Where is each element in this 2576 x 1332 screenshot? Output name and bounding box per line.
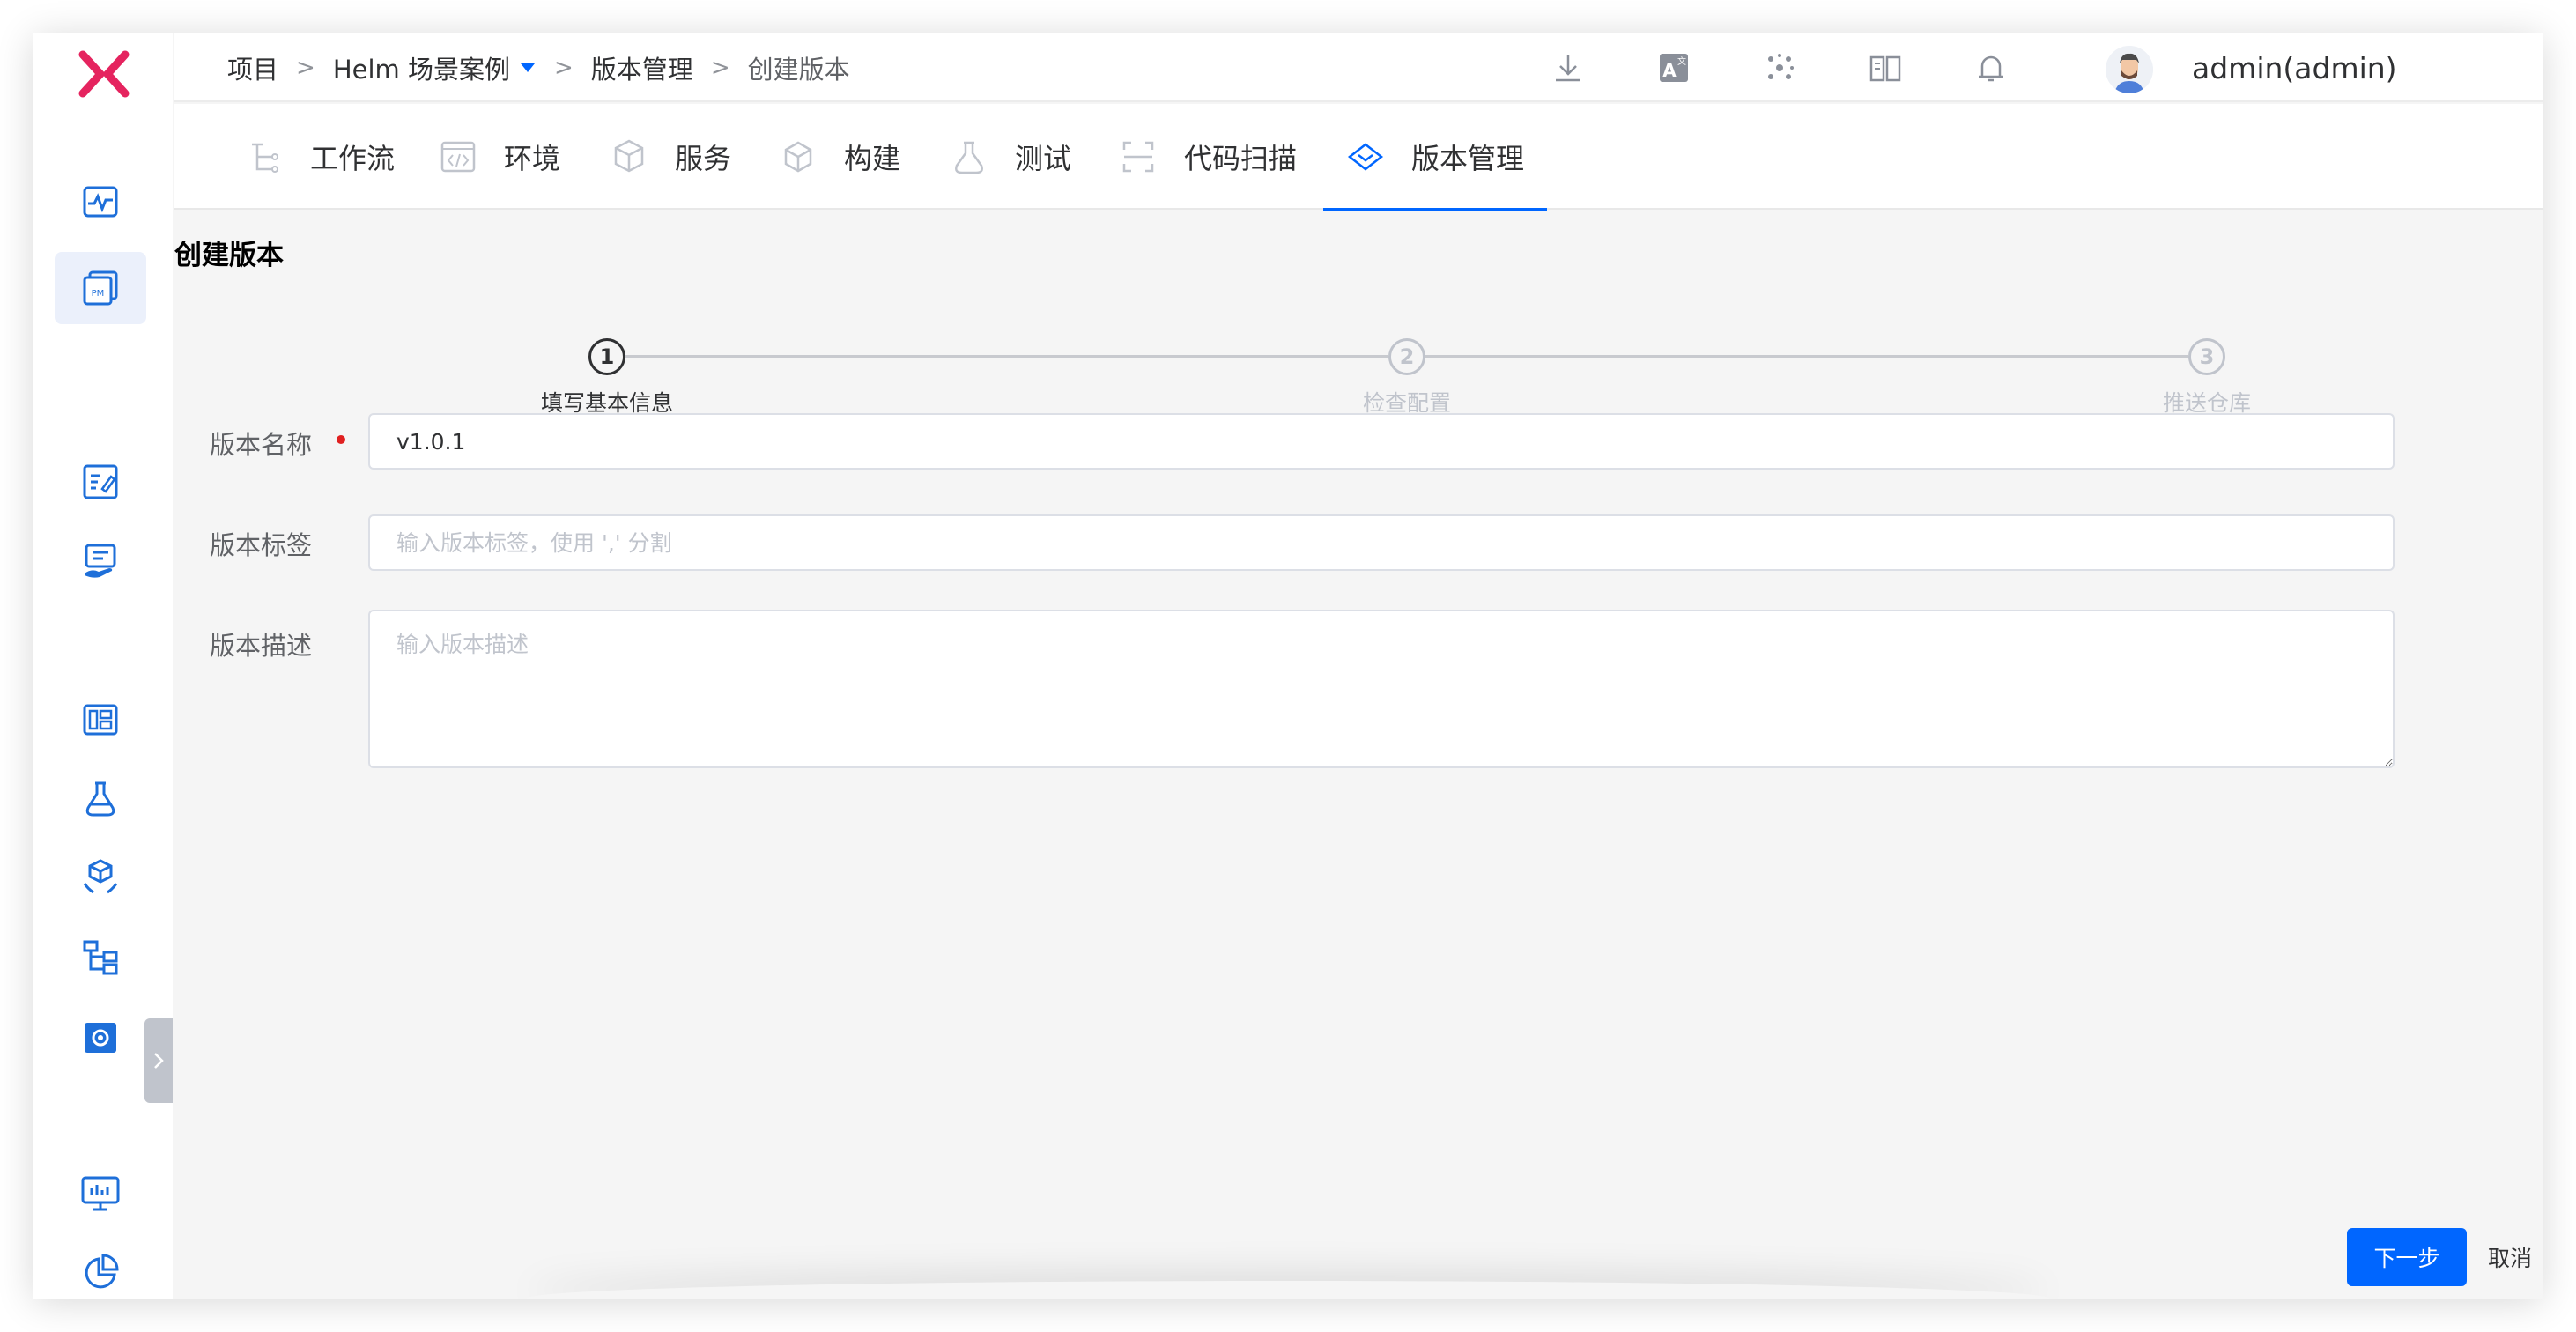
svg-text:A: A <box>1662 60 1677 81</box>
left-sidebar: PM <box>33 33 173 1299</box>
version-name-label: 版本名称 <box>210 430 313 460</box>
tab-label: 代码扫描 <box>1184 142 1298 175</box>
step-3-indicator: 3 <box>2188 338 2225 375</box>
project-pm-icon: PM <box>83 270 118 306</box>
sidebar-expand-toggle[interactable] <box>144 1018 173 1103</box>
svg-text:PM: PM <box>92 289 105 299</box>
app-window: PM 项目 > Helm 场景案例 > 版本管理 > 创建版本 A 文 admi… <box>33 33 2543 1299</box>
sidebar-item-testing[interactable] <box>55 763 146 835</box>
header-toolbar: A 文 <box>1549 33 2077 102</box>
tab-service[interactable]: 服务 <box>610 104 731 210</box>
step-connector <box>608 355 1388 358</box>
notifications-button[interactable] <box>1972 48 2010 87</box>
breadcrumb-projects[interactable]: 项目 <box>227 49 278 86</box>
tab-code-scan[interactable]: 代码扫描 <box>1119 104 1297 210</box>
nodes-icon <box>1768 54 1794 79</box>
sidebar-item-artifacts[interactable] <box>55 684 146 756</box>
tab-label: 环境 <box>504 142 561 175</box>
monitor-chart-icon <box>81 1176 120 1211</box>
download-icon <box>1556 56 1580 82</box>
breadcrumb-separator: > <box>296 55 315 81</box>
chevron-right-icon <box>154 1053 164 1069</box>
step-2-indicator: 2 <box>1388 338 1425 375</box>
sidebar-item-dashboard[interactable] <box>55 166 146 238</box>
tab-label: 版本管理 <box>1411 142 1525 175</box>
user-name[interactable]: admin(admin) <box>2192 33 2397 102</box>
tab-build[interactable]: 构建 <box>779 104 900 210</box>
test-flask-icon <box>955 141 983 174</box>
bell-icon <box>1979 56 2003 82</box>
docs-button[interactable] <box>1866 48 1905 87</box>
version-description-textarea[interactable] <box>368 610 2395 768</box>
tab-workflow[interactable]: 工作流 <box>245 104 395 210</box>
step-connector <box>1408 355 2188 358</box>
avatar-icon <box>2106 46 2153 93</box>
sidebar-item-settings[interactable] <box>55 1001 146 1073</box>
pie-chart-icon <box>85 1254 119 1289</box>
breadcrumb-project-name: Helm 场景案例 <box>332 55 510 85</box>
delivery-hand-icon <box>85 544 116 578</box>
breadcrumb-current: 创建版本 <box>747 55 850 85</box>
breadcrumb-separator: > <box>554 55 574 81</box>
zadig-logo-icon[interactable] <box>78 49 130 99</box>
tab-label: 构建 <box>844 142 901 175</box>
next-step-button[interactable]: 下一步 <box>2347 1228 2467 1286</box>
tab-label: 工作流 <box>310 142 396 175</box>
tab-version-management[interactable]: 版本管理 <box>1322 104 1548 211</box>
book-icon <box>1869 56 1901 82</box>
page-title: 创建版本 <box>174 240 284 271</box>
sidebar-item-delivery[interactable] <box>55 525 146 597</box>
translate-icon: A 文 <box>1660 54 1688 82</box>
tab-label: 测试 <box>1015 142 1072 175</box>
edit-document-icon <box>83 464 118 500</box>
sidebar-item-topology[interactable] <box>55 921 146 994</box>
tab-label: 服务 <box>675 142 732 175</box>
step-1-indicator: 1 <box>588 338 625 375</box>
version-name-input[interactable] <box>368 413 2395 470</box>
settings-gear-icon <box>85 1023 116 1053</box>
flask-icon <box>85 781 115 817</box>
environment-code-icon <box>440 141 476 173</box>
dashboard-panels-icon <box>83 704 118 736</box>
scan-icon <box>1122 141 1154 173</box>
project-tabs: 工作流 环境 服务 构建 测试 代码扫描 版本管理 <box>174 104 2543 211</box>
breadcrumb-separator: > <box>710 55 730 81</box>
user-avatar[interactable] <box>2106 46 2153 93</box>
sidebar-item-release-plan[interactable] <box>55 446 146 518</box>
svg-text:文: 文 <box>1677 56 1686 67</box>
workflow-icon <box>252 143 278 173</box>
sidebar-item-insight[interactable] <box>55 1158 146 1230</box>
hierarchy-icon <box>83 940 118 975</box>
version-diamond-icon <box>1347 143 1384 171</box>
more-vertical-icon[interactable] <box>2532 53 2543 85</box>
breadcrumb-version-management[interactable]: 版本管理 <box>591 49 693 86</box>
package-hands-icon <box>83 859 118 894</box>
download-button[interactable] <box>1549 48 1588 87</box>
version-tags-label: 版本标签 <box>210 530 313 560</box>
tab-test[interactable]: 测试 <box>950 104 1071 210</box>
caret-down-icon <box>521 63 535 72</box>
top-header: 项目 > Helm 场景案例 > 版本管理 > 创建版本 A 文 admin(a… <box>174 33 2543 102</box>
pulse-monitor-icon <box>83 186 118 218</box>
tab-environment[interactable]: 环境 <box>439 104 560 210</box>
footer-shadow <box>527 1281 2049 1299</box>
breadcrumb: 项目 > Helm 场景案例 > 版本管理 > 创建版本 <box>227 33 850 102</box>
sidebar-item-statistics[interactable] <box>55 1237 146 1299</box>
build-box-icon <box>784 141 812 173</box>
sidebar-item-resources[interactable] <box>55 842 146 914</box>
service-cube-icon <box>614 139 644 173</box>
version-tags-input[interactable] <box>368 514 2395 571</box>
version-description-label: 版本描述 <box>210 631 313 661</box>
language-button[interactable]: A 文 <box>1654 48 1693 87</box>
sidebar-item-projects[interactable]: PM <box>55 252 146 324</box>
plugins-button[interactable] <box>1760 48 1799 87</box>
required-marker <box>337 435 345 444</box>
cancel-button[interactable]: 取消 <box>2488 1228 2532 1286</box>
breadcrumb-project-switcher[interactable]: Helm 场景案例 <box>333 49 537 86</box>
